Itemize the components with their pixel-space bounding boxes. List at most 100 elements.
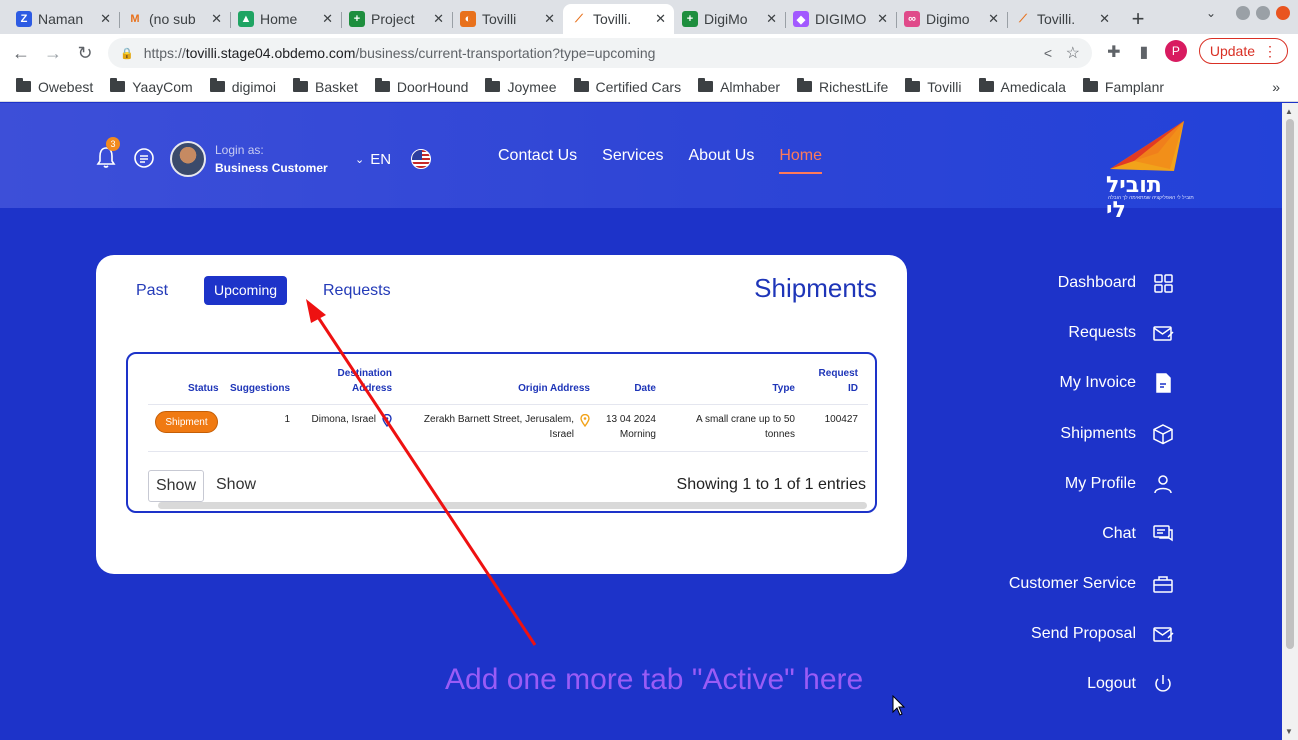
side-panel-icon[interactable]: ▮ (1135, 42, 1153, 61)
sidebar-item-shipments[interactable]: Shipments (1060, 419, 1174, 449)
bookmark-item[interactable]: Tovilli (905, 78, 962, 95)
bookmark-item[interactable]: Almhaber (698, 78, 780, 95)
cell-request-id: 100427 (824, 414, 858, 425)
browser-tab[interactable]: Z Naman ✕ (8, 4, 119, 34)
notification-badge: 3 (106, 137, 120, 151)
forward-icon[interactable]: → (37, 43, 69, 64)
sidebar-item-logout[interactable]: Logout (1087, 669, 1174, 699)
favicon-icon: ∞ (904, 11, 920, 27)
browser-tab[interactable]: ▲ Home ✕ (230, 4, 341, 34)
mouse-cursor-icon (892, 695, 906, 716)
bookmark-item[interactable]: Amedicala (978, 78, 1066, 95)
sidebar-item-requests[interactable]: Requests (1068, 318, 1174, 348)
bookmark-item[interactable]: Famplanr (1082, 78, 1164, 95)
bookmark-item[interactable]: Owebest (16, 78, 93, 95)
close-window-button[interactable] (1276, 6, 1290, 20)
close-tab-icon[interactable]: ✕ (433, 11, 444, 27)
tab-upcoming[interactable]: Upcoming (204, 276, 288, 305)
col-destination[interactable]: Destination (328, 366, 392, 381)
address-bar[interactable]: 🔒 https://tovilli.stage04.obdemo.com/bus… (108, 38, 1092, 68)
tab-title: DIGIMO (815, 11, 867, 27)
close-tab-icon[interactable]: ✕ (544, 11, 555, 27)
cell-date-line2: Morning (619, 429, 656, 440)
page-scrollbar[interactable]: ▲ ▼ (1282, 103, 1298, 740)
sidebar-item-label: Dashboard (1057, 274, 1136, 291)
col-request-id[interactable]: Request (808, 366, 858, 381)
nav-about-us[interactable]: About Us (689, 147, 755, 174)
bookmark-item[interactable]: YaayCom (110, 78, 193, 95)
sidebar-item-dashboard[interactable]: Dashboard (1058, 268, 1174, 298)
browser-tab[interactable]: + Project ✕ (341, 4, 452, 34)
col-request-id-line2: ID (848, 383, 858, 394)
reload-icon[interactable]: ↻ (69, 43, 101, 64)
folder-icon (110, 78, 126, 92)
folder-icon (485, 78, 501, 92)
sidebar-item-send-proposal[interactable]: Send Proposal (1031, 619, 1174, 649)
table-horizontal-scrollbar[interactable] (158, 502, 867, 509)
bookmark-item[interactable]: digimoi (209, 78, 276, 95)
tab-title: Tovilli. (593, 11, 632, 27)
col-type[interactable]: Type (708, 381, 795, 396)
lock-icon[interactable]: 🔒 (120, 47, 134, 60)
bookmark-item[interactable]: Certified Cars (573, 78, 681, 95)
browser-tab[interactable]: ◆ DIGIMO ✕ (785, 4, 896, 34)
bookmark-item[interactable]: RichestLife (797, 78, 888, 95)
browser-tab[interactable]: ⟋ Tovilli. ✕ (563, 4, 674, 34)
map-pin-icon[interactable] (382, 414, 392, 427)
close-tab-icon[interactable]: ✕ (766, 11, 777, 27)
sidebar-item-customer-service[interactable]: Customer Service (1009, 569, 1174, 599)
tab-requests[interactable]: Requests (323, 276, 391, 305)
profile-avatar[interactable]: P (1164, 40, 1187, 62)
new-tab-button[interactable]: + (1118, 4, 1158, 34)
col-date[interactable]: Date (608, 381, 656, 396)
bookmark-item[interactable]: Basket (293, 78, 358, 95)
page-length-select[interactable]: Show (148, 470, 204, 502)
close-tab-icon[interactable]: ✕ (988, 11, 999, 27)
close-tab-icon[interactable]: ✕ (877, 11, 888, 27)
nav-contact-us[interactable]: Contact Us (498, 147, 577, 174)
close-tab-icon[interactable]: ✕ (100, 11, 111, 27)
nav-home[interactable]: Home (779, 147, 822, 174)
language-selector[interactable]: ⌄ EN (355, 149, 432, 169)
map-pin-icon[interactable] (580, 414, 590, 427)
scroll-down-icon[interactable]: ▼ (1285, 727, 1293, 736)
browser-tab[interactable]: ∞ Digimo ✕ (896, 4, 1007, 34)
sidebar-item-chat[interactable]: Chat (1102, 519, 1174, 549)
scrollbar-thumb[interactable] (1286, 119, 1294, 649)
share-icon[interactable]: < (1044, 45, 1052, 61)
update-button[interactable]: Update ⋮ (1198, 38, 1288, 64)
col-origin[interactable]: Origin Address (488, 381, 590, 396)
bookmark-item[interactable]: DoorHound (374, 78, 468, 95)
browser-tab[interactable]: ◐ Tovilli ✕ (452, 4, 563, 34)
brand-logo[interactable]: תוביל לי תוביל לי האפליקציה שמתאימה לך ה… (1104, 119, 1194, 223)
minimize-button[interactable] (1236, 6, 1250, 20)
extensions-icon[interactable]: ✚ (1105, 42, 1123, 61)
top-navigation: Contact Us Services About Us Home (498, 147, 822, 174)
browser-tab[interactable]: + DigiMo ✕ (674, 4, 785, 34)
folder-icon (573, 78, 589, 92)
cell-type: A small crane up to 50 (696, 414, 795, 425)
document-icon (1152, 372, 1174, 394)
col-status[interactable]: Status (188, 381, 219, 396)
browser-tab[interactable]: ⟋ Tovilli. ✕ (1007, 4, 1118, 34)
notification-bell[interactable]: 3 (95, 137, 120, 169)
col-suggestions[interactable]: Suggestions (230, 381, 290, 396)
sidebar-item-my-invoice[interactable]: My Invoice (1060, 368, 1174, 398)
browser-tab[interactable]: M (no sub ✕ (119, 4, 230, 34)
close-tab-icon[interactable]: ✕ (211, 11, 222, 27)
sidebar-item-my-profile[interactable]: My Profile (1065, 469, 1174, 499)
tab-past[interactable]: Past (136, 276, 168, 305)
bookmark-item[interactable]: Joymee (485, 78, 557, 95)
message-icon[interactable] (132, 146, 156, 170)
avatar[interactable] (170, 141, 206, 177)
close-tab-icon[interactable]: ✕ (655, 11, 666, 27)
bookmarks-overflow-button[interactable]: » (1272, 79, 1280, 95)
tab-search-icon[interactable]: ⌄ (1206, 6, 1216, 20)
maximize-button[interactable] (1256, 6, 1270, 20)
bookmark-star-icon[interactable]: ☆ (1066, 43, 1080, 63)
nav-services[interactable]: Services (602, 147, 663, 174)
close-tab-icon[interactable]: ✕ (322, 11, 333, 27)
back-icon[interactable]: ← (5, 43, 37, 64)
close-tab-icon[interactable]: ✕ (1099, 11, 1110, 27)
scroll-up-icon[interactable]: ▲ (1285, 107, 1293, 116)
